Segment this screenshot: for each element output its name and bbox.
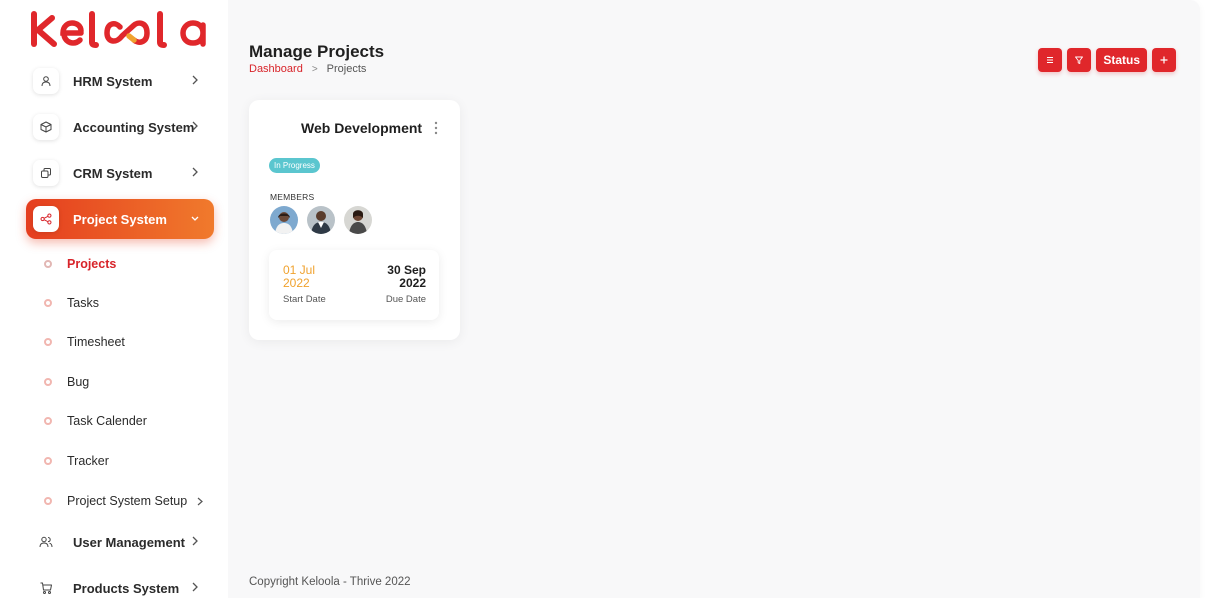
sidebar-item-label: Products System (73, 580, 180, 596)
sidebar-item-label: User Management (73, 534, 185, 550)
member-avatars (270, 206, 372, 234)
plus-icon (1160, 56, 1168, 64)
page-title: Manage Projects (249, 42, 385, 61)
bullet-icon (44, 417, 52, 425)
sidebar-subitem-project-system-setup[interactable]: Project System Setup (44, 490, 205, 512)
filter-icon (1075, 56, 1084, 64)
list-icon (1047, 57, 1054, 63)
sidebar-subitem-label: Tasks (67, 296, 99, 310)
bullet-icon (44, 378, 52, 386)
keloola-logo[interactable] (30, 6, 212, 50)
sidebar-subitem-projects[interactable]: Projects (44, 253, 116, 275)
breadcrumb-dashboard-link[interactable]: Dashboard (249, 63, 303, 75)
bullet-icon (44, 497, 52, 505)
cart-icon (33, 575, 59, 598)
chevron-right-icon (192, 75, 198, 85)
users-icon (33, 529, 59, 555)
sidebar-item-label: HRM System (73, 73, 153, 89)
filter-button[interactable] (1067, 48, 1092, 72)
sidebar-item-accounting-system[interactable]: Accounting System (26, 107, 214, 147)
share-icon (33, 206, 59, 232)
breadcrumb-separator-icon: > (311, 63, 318, 75)
breadcrumb: Dashboard > Projects (249, 63, 366, 75)
members-label: MEMBERS (270, 192, 315, 202)
bullet-icon (44, 299, 52, 307)
chevron-down-icon (191, 216, 199, 221)
start-date: 01 Jul 2022 (283, 264, 315, 290)
sidebar-subitem-label: Task Calender (67, 414, 147, 428)
layers-icon (33, 160, 59, 186)
footer-copyright: Copyright Keloola - Thrive 2022 (249, 576, 411, 588)
logo-mark (31, 11, 206, 48)
sidebar-subitem-label: Tracker (67, 454, 109, 468)
bullet-icon (44, 338, 52, 346)
avatar[interactable] (307, 206, 335, 234)
due-date: 30 Sep 2022 (387, 264, 426, 290)
avatar[interactable] (270, 206, 298, 234)
sidebar-subitem-tracker[interactable]: Tracker (44, 450, 109, 472)
chevron-right-icon (197, 497, 204, 506)
sidebar-subitem-timesheet[interactable]: Timesheet (44, 331, 125, 353)
status-badge: In Progress (269, 158, 320, 173)
project-card[interactable]: Web Development In Progress MEMBERS 01 J… (249, 100, 460, 340)
sidebar-subitem-tasks[interactable]: Tasks (44, 292, 99, 314)
chevron-right-icon (192, 582, 198, 592)
toolbar: Status (1038, 48, 1176, 72)
chevron-right-icon (192, 121, 198, 131)
due-date-year: 2022 (399, 276, 426, 290)
bullet-icon (44, 260, 52, 268)
user-icon (33, 68, 59, 94)
start-date-year: 2022 (283, 276, 310, 290)
sidebar-subitem-bug[interactable]: Bug (44, 371, 89, 393)
sidebar-subitem-label: Projects (67, 257, 117, 271)
add-project-button[interactable] (1152, 48, 1176, 72)
sidebar-subitem-label: Project System Setup (67, 494, 188, 508)
sidebar-item-crm-system[interactable]: CRM System (26, 153, 214, 193)
more-vertical-icon[interactable] (432, 120, 440, 136)
breadcrumb-current: Projects (326, 63, 367, 75)
bullet-icon (44, 457, 52, 465)
chevron-right-icon (192, 167, 198, 177)
chevron-right-icon (192, 536, 198, 546)
due-date-caption: Due Date (385, 294, 426, 305)
sidebar-item-label: Project System (73, 211, 167, 227)
start-date-caption: Start Date (283, 294, 326, 305)
sidebar-item-label: Accounting System (73, 119, 195, 135)
sidebar-item-project-system[interactable]: Project System (26, 199, 214, 239)
status-button[interactable]: Status (1096, 48, 1147, 72)
sidebar: HRM System Accounting System CRM System … (0, 0, 228, 598)
sidebar-item-user-management[interactable]: User Management (26, 522, 214, 562)
sidebar-item-label: CRM System (73, 165, 153, 181)
sidebar-item-hrm-system[interactable]: HRM System (26, 61, 214, 101)
sidebar-subitem-label: Timesheet (67, 335, 125, 349)
list-view-button[interactable] (1038, 48, 1063, 72)
box-icon (33, 114, 59, 140)
sidebar-subitem-task-calender[interactable]: Task Calender (44, 410, 147, 432)
avatar[interactable] (344, 206, 372, 234)
sidebar-subitem-label: Bug (67, 375, 90, 389)
sidebar-item-products-system[interactable]: Products System (26, 568, 214, 598)
project-title[interactable]: Web Development (301, 120, 422, 136)
project-dates: 01 Jul 2022 30 Sep 2022 Start Date Due D… (269, 250, 439, 320)
